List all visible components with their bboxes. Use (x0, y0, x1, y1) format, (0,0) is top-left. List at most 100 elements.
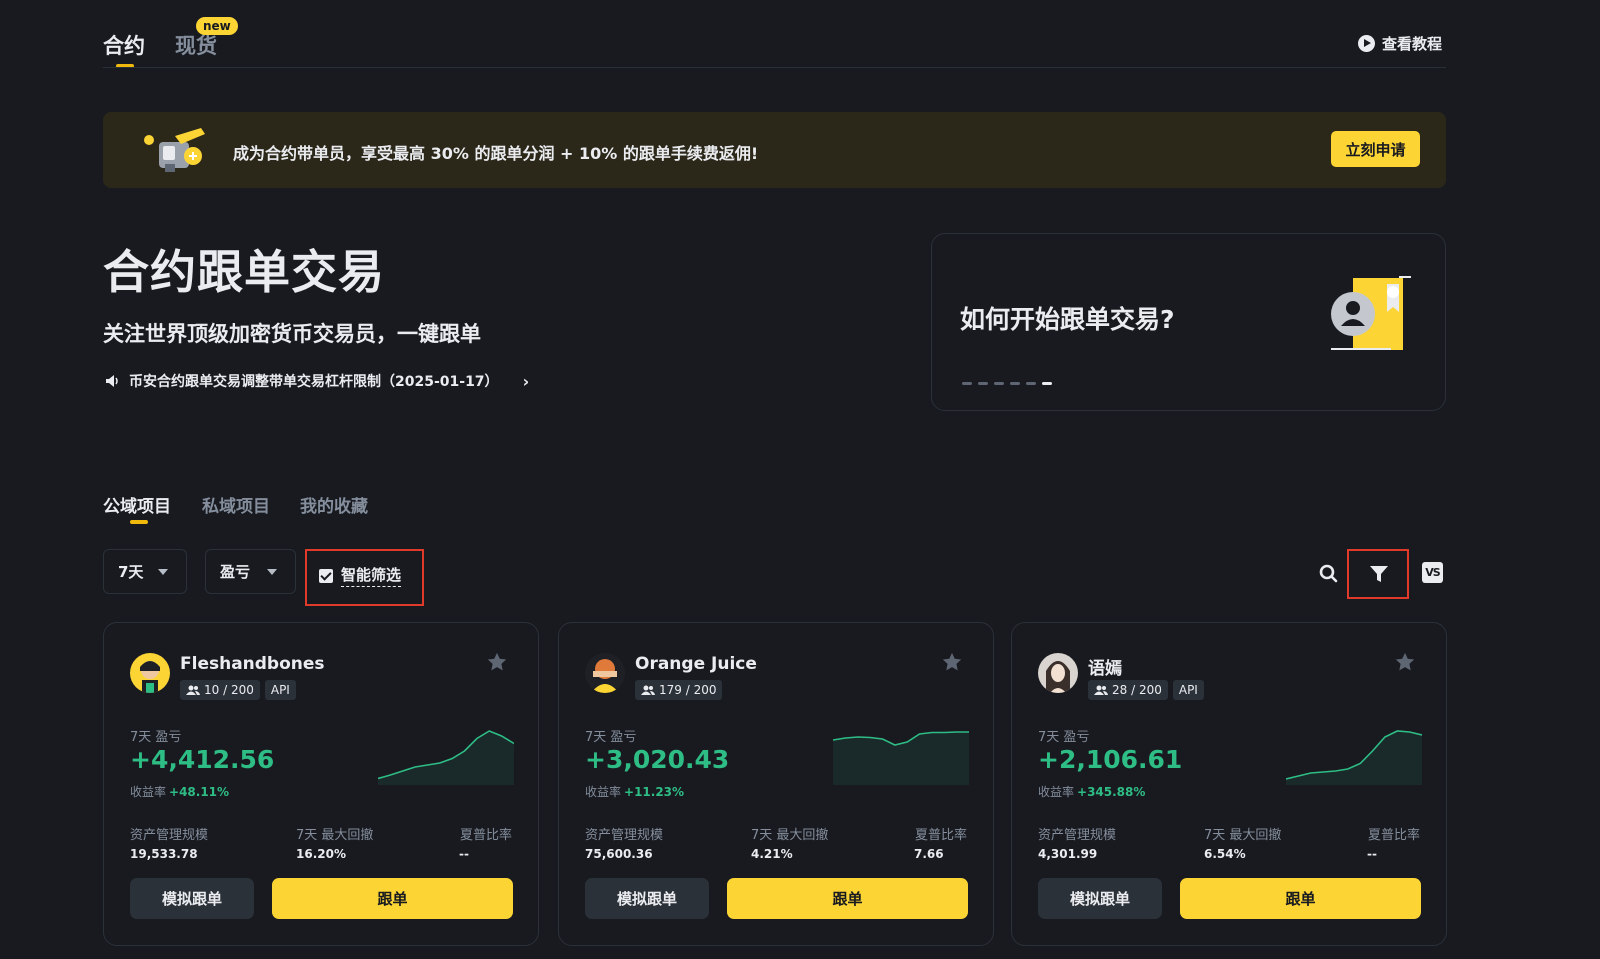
pnl-value: +2,106.61 (1038, 745, 1183, 774)
carousel-dots (962, 382, 1052, 385)
pnl-sparkline (378, 730, 514, 785)
trader-card[interactable]: Orange Juice 179 / 200 7天 盈亏 +3,020.43 收… (558, 622, 994, 946)
lead-trader-illustration-icon (144, 128, 205, 172)
announcement-link[interactable]: 币安合约跟单交易调整带单交易杠杆限制（2025-01-17） › (105, 371, 529, 391)
smart-filter-checkbox[interactable]: 智能筛选 (319, 564, 402, 587)
sparkline-area (1286, 731, 1422, 785)
trader-card[interactable]: Fleshandbones 10 / 200 API 7天 盈亏 +4,412.… (103, 622, 539, 946)
trader-avatar[interactable] (585, 653, 625, 693)
users-icon (186, 685, 200, 695)
tab-my-favorites[interactable]: 我的收藏 (300, 492, 368, 517)
divider (103, 67, 1446, 68)
sort-select[interactable]: 盈亏 (205, 549, 296, 594)
how-to-start-title: 如何开始跟单交易? (960, 305, 1175, 334)
aum-value: 4,301.99 (1038, 847, 1098, 861)
caret-down-icon (158, 569, 168, 575)
max-drawdown-label: 7天 最大回撤 (1204, 828, 1282, 843)
sharpe-label: 夏普比率 (914, 828, 967, 843)
sharpe-value: -- (1367, 847, 1377, 861)
followers-chip: 179 / 200 (635, 680, 723, 700)
trader-name[interactable]: Fleshandbones (180, 654, 325, 674)
aum-label: 资产管理规模 (130, 828, 209, 843)
roi: 收益率 +11.23% (585, 783, 684, 800)
tab-private-projects[interactable]: 私域项目 (202, 492, 270, 517)
document-user-illustration-icon (1331, 276, 1411, 350)
new-badge: new (196, 17, 238, 35)
pnl-value: +4,412.56 (130, 745, 275, 774)
pnl-value: +3,020.43 (585, 745, 730, 774)
aum-value: 19,533.78 (130, 847, 198, 861)
star-icon[interactable] (941, 651, 963, 673)
carousel-dot[interactable] (1010, 382, 1020, 385)
trader-name[interactable]: Orange Juice (635, 654, 757, 674)
pnl-label: 7天 盈亏 (585, 730, 637, 745)
smart-filter-label: 智能筛选 (341, 564, 402, 587)
trader-card[interactable]: 语嫣 28 / 200 API 7天 盈亏 +2,106.61 收益率 +345.… (1011, 622, 1447, 946)
apply-now-button[interactable]: 立刻申请 (1331, 131, 1420, 167)
api-tag: API (264, 680, 296, 700)
roi: 收益率 +345.88% (1038, 783, 1145, 800)
checkbox-checked-icon[interactable] (319, 568, 333, 583)
users-icon (641, 685, 655, 695)
roi-value: +345.88% (1077, 785, 1146, 799)
pnl-label: 7天 盈亏 (130, 730, 182, 745)
period-select-value: 7天 (118, 563, 144, 581)
star-icon[interactable] (486, 651, 508, 673)
tutorial-label: 查看教程 (1381, 35, 1442, 53)
period-select[interactable]: 7天 (103, 549, 187, 594)
max-drawdown-value: 16.20% (296, 847, 346, 861)
copy-trade-button[interactable]: 跟单 (1180, 878, 1421, 919)
sharpe-label: 夏普比率 (459, 828, 512, 843)
roi-value: +48.11% (169, 785, 230, 799)
carousel-dot-active[interactable] (1042, 382, 1052, 385)
tutorial-link[interactable]: 查看教程 (1357, 33, 1442, 54)
max-drawdown-label: 7天 最大回撤 (296, 828, 374, 843)
tab-futures[interactable]: 合约 (103, 30, 145, 60)
mock-copy-button[interactable]: 模拟跟单 (585, 878, 709, 919)
copy-trade-button[interactable]: 跟单 (727, 878, 968, 919)
play-circle-icon (1357, 35, 1375, 52)
trader-name[interactable]: 语嫣 (1088, 654, 1122, 679)
followers-count: 28 / 200 (1112, 683, 1162, 697)
pnl-label: 7天 盈亏 (1038, 730, 1090, 745)
sparkline-area (378, 731, 514, 785)
sort-select-value: 盈亏 (220, 563, 251, 581)
how-to-start-card[interactable]: 如何开始跟单交易? (931, 233, 1446, 411)
max-drawdown-value: 6.54% (1204, 847, 1246, 861)
search-icon[interactable] (1318, 563, 1340, 585)
carousel-dot[interactable] (962, 382, 972, 385)
tab-public-projects[interactable]: 公域项目 (103, 492, 171, 517)
carousel-dot[interactable] (1026, 382, 1036, 385)
filter-icon[interactable] (1368, 563, 1390, 585)
max-drawdown-label: 7天 最大回撤 (751, 828, 829, 843)
carousel-dot[interactable] (978, 382, 988, 385)
sharpe-value: 7.66 (914, 847, 944, 861)
sharpe-value: -- (459, 847, 469, 861)
filter-button-highlight (1347, 549, 1409, 599)
followers-chip: 10 / 200 (180, 680, 260, 700)
aum-label: 资产管理规模 (585, 828, 664, 843)
followers-chip: 28 / 200 (1088, 680, 1168, 700)
followers-count: 179 / 200 (659, 683, 717, 697)
caret-down-icon (267, 569, 277, 575)
users-icon (1094, 685, 1108, 695)
mock-copy-button[interactable]: 模拟跟单 (130, 878, 254, 919)
followers-count: 10 / 200 (204, 683, 254, 697)
aum-value: 75,600.36 (585, 847, 653, 861)
page-title: 合约跟单交易 (103, 245, 385, 299)
trader-avatar[interactable] (130, 653, 170, 693)
carousel-dot[interactable] (994, 382, 1004, 385)
lead-trader-banner: 成为合约带单员，享受最高 30% 的跟单分润 + 10% 的跟单手续费返佣! 立… (103, 112, 1446, 188)
announcement-text: 币安合约跟单交易调整带单交易杠杆限制（2025-01-17） (129, 374, 499, 390)
copy-trade-button[interactable]: 跟单 (272, 878, 513, 919)
roi: 收益率 +48.11% (130, 783, 229, 800)
mock-copy-button[interactable]: 模拟跟单 (1038, 878, 1162, 919)
roi-value: +11.23% (624, 785, 685, 799)
star-icon[interactable] (1394, 651, 1416, 673)
roi-label: 收益率 (585, 785, 622, 799)
compare-vs-icon[interactable]: VS (1422, 562, 1443, 583)
speaker-icon (106, 375, 118, 387)
roi-label: 收益率 (1038, 785, 1075, 799)
trader-avatar[interactable] (1038, 653, 1078, 693)
smart-filter-highlight: 智能筛选 (305, 549, 424, 606)
